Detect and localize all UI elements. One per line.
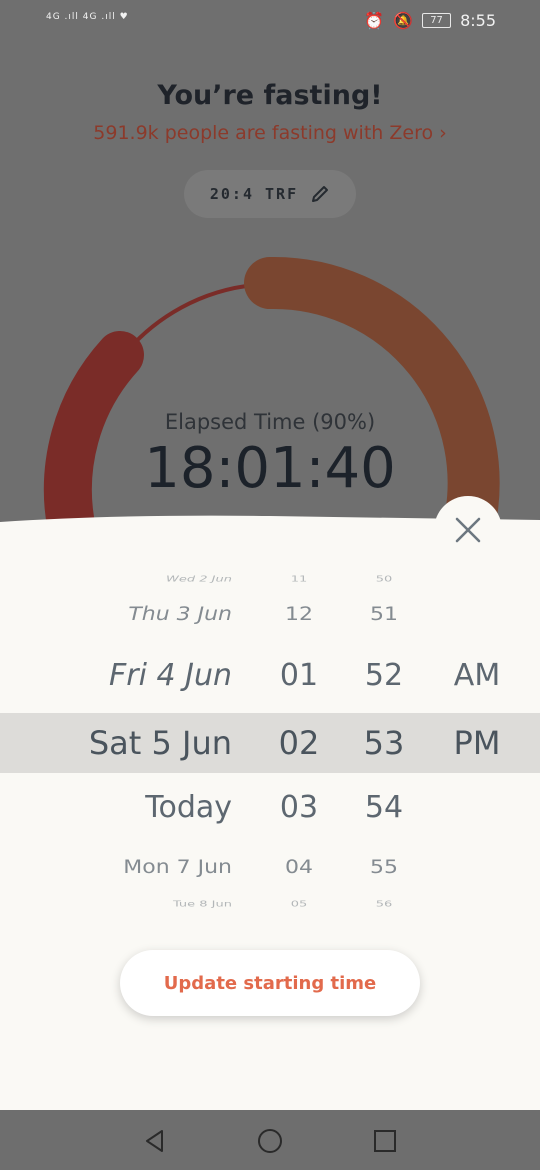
minute-option[interactable]: 56 [341, 900, 427, 909]
date-option[interactable]: Wed 2 Jun [166, 575, 232, 584]
back-triangle-icon[interactable] [141, 1127, 169, 1155]
date-option[interactable]: Fri 4 Jun [109, 658, 232, 693]
recent-square-icon[interactable] [371, 1127, 399, 1155]
hour-option[interactable]: 04 [256, 857, 342, 878]
date-option-text: Fri 4 Jun [109, 658, 232, 693]
date-option[interactable]: Thu 3 Jun [128, 604, 232, 625]
date-option[interactable]: Mon 7 Jun [123, 857, 232, 878]
ampm-option[interactable]: AM [432, 658, 522, 693]
minute-option[interactable]: 50 [341, 575, 427, 584]
minute-option[interactable]: 54 [341, 790, 427, 825]
update-starting-time-button[interactable]: Update starting time [120, 950, 420, 1016]
hour-option[interactable]: 05 [256, 900, 342, 909]
date-option[interactable]: Tue 8 Jun [173, 900, 232, 909]
minute-option[interactable]: 51 [341, 604, 427, 625]
date-option[interactable]: Today [145, 790, 232, 825]
close-icon [455, 517, 481, 543]
date-option-selected[interactable]: Sat 5 Jun [89, 724, 232, 762]
hour-option[interactable]: 03 [256, 790, 342, 825]
minute-option[interactable]: 52 [341, 658, 427, 693]
hour-option[interactable]: 12 [256, 604, 342, 625]
hour-option-selected[interactable]: 02 [256, 724, 342, 762]
minute-option-selected[interactable]: 53 [341, 724, 427, 762]
hour-option[interactable]: 11 [256, 575, 342, 584]
close-button[interactable] [434, 496, 502, 564]
hour-option[interactable]: 01 [256, 658, 342, 693]
minute-option[interactable]: 55 [341, 857, 427, 878]
ampm-option-selected[interactable]: PM [432, 724, 522, 762]
home-circle-icon[interactable] [256, 1127, 284, 1155]
